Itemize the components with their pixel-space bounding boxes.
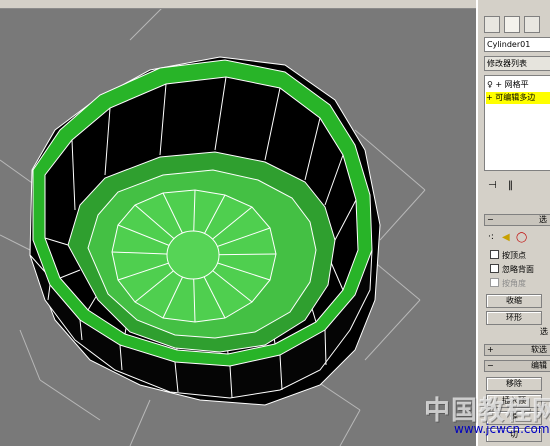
edge-icon[interactable]: ◀ — [502, 232, 510, 243]
lightbulb-icon[interactable]: ♀ — [487, 80, 493, 89]
command-panel: Cylinder01 修改器列表 ♀ + 网格平 + 可编辑多边 ⊣ ‖ − 选… — [476, 0, 550, 446]
expand-icon: + — [487, 345, 494, 354]
soft-selection-rollout-header[interactable]: + 软选 — [484, 344, 550, 356]
expand-icon[interactable]: + — [495, 80, 502, 89]
ring-button[interactable]: 环形 — [486, 311, 542, 325]
by-angle-checkbox[interactable]: 按角度 — [490, 278, 526, 289]
rollout-title: 软选 — [531, 345, 547, 354]
stack-tools: ⊣ ‖ — [486, 180, 550, 194]
vertex-icon[interactable]: ·: — [488, 232, 494, 242]
checkbox-icon[interactable] — [490, 278, 499, 287]
show-end-result-icon[interactable]: ‖ — [508, 180, 513, 191]
rollout-title: 编辑 — [531, 361, 547, 370]
border-icon[interactable]: ◯ — [516, 232, 527, 243]
checkbox-icon[interactable] — [490, 250, 499, 259]
command-panel-tabs — [482, 16, 550, 34]
modifier-list-dropdown[interactable]: 修改器列表 — [484, 56, 550, 71]
create-tab-icon[interactable] — [484, 16, 500, 33]
edit-rollout-header[interactable]: − 编辑 — [484, 360, 550, 372]
pin-icon[interactable]: ⊣ — [488, 180, 497, 191]
shrink-button[interactable]: 收缩 — [486, 294, 542, 308]
modifier-stack: ♀ + 网格平 + 可编辑多边 — [484, 75, 550, 171]
checkbox-label: 忽略背面 — [502, 265, 534, 274]
stack-item-editable-poly[interactable]: + 可编辑多边 — [486, 92, 550, 104]
hierarchy-tab-icon[interactable] — [524, 16, 540, 33]
stack-item-label: 可编辑多边 — [495, 93, 536, 102]
selection-footer: 选 — [540, 327, 548, 336]
remove-button[interactable]: 移除 — [486, 377, 542, 391]
watermark-url: www.jcwcn.com — [454, 422, 550, 436]
expand-icon[interactable]: + — [486, 93, 493, 102]
modify-tab-icon[interactable] — [504, 16, 520, 33]
top-toolbar-strip — [0, 0, 550, 9]
rollout-title: 选 — [539, 215, 547, 224]
collapse-icon: − — [487, 215, 494, 224]
checkbox-label: 按角度 — [502, 279, 526, 288]
cap-center — [166, 230, 220, 280]
by-vertex-checkbox[interactable]: 按顶点 — [490, 250, 526, 261]
selection-rollout-header[interactable]: − 选 — [484, 214, 550, 226]
stack-item-label: 网格平 — [504, 80, 529, 89]
ignore-backfacing-checkbox[interactable]: 忽略背面 — [490, 264, 534, 275]
object-name-field[interactable]: Cylinder01 — [484, 37, 550, 52]
perspective-viewport[interactable] — [0, 0, 476, 446]
cylinder-model — [0, 0, 426, 446]
checkbox-label: 按顶点 — [502, 251, 526, 260]
checkbox-icon[interactable] — [490, 264, 499, 273]
subobject-icons: ·: ◀ ◯ — [488, 232, 548, 246]
collapse-icon: − — [487, 361, 494, 370]
stack-item-mesh[interactable]: ♀ + 网格平 — [487, 79, 529, 91]
